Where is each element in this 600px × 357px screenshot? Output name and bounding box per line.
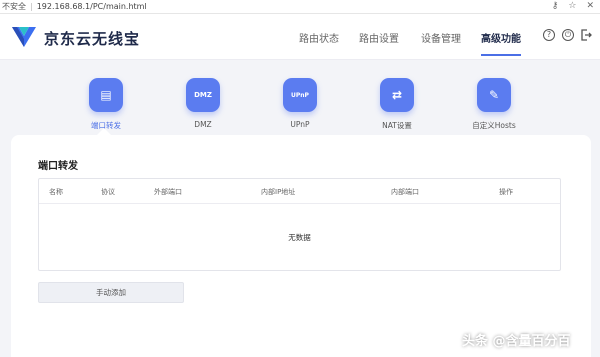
feature-label: 自定义Hosts: [472, 121, 516, 130]
url-text[interactable]: 192.168.68.1/PC/main.html: [37, 2, 147, 11]
key-icon[interactable]: ⚷: [552, 1, 559, 11]
logout-icon[interactable]: [580, 29, 592, 41]
panel-title: 端口转发: [38, 161, 78, 172]
star-icon[interactable]: ☆: [568, 1, 576, 11]
power-icon[interactable]: ⏻: [562, 29, 574, 41]
column-header-external-port: 外部端口: [154, 188, 182, 196]
feature-port-forward[interactable]: ▤ 端口转发: [74, 78, 138, 131]
feature-upnp[interactable]: UPnP UPnP: [268, 78, 332, 129]
watermark-text: 头条 @含量百分百: [462, 334, 571, 349]
upnp-icon: UPnP: [283, 78, 317, 112]
empty-state-text: 无数据: [288, 233, 311, 242]
port-forward-table: 名称 协议 外部端口 内部IP地址 内部端口 操作 无数据: [38, 178, 561, 271]
nav-router-status[interactable]: 路由状态: [299, 30, 339, 45]
browser-address-bar[interactable]: 不安全 | 192.168.68.1/PC/main.html ⚷ ☆ ✕: [0, 0, 600, 14]
column-header-internal-ip: 内部IP地址: [261, 188, 296, 196]
column-header-internal-port: 内部端口: [391, 188, 419, 196]
close-icon[interactable]: ✕: [586, 1, 594, 11]
feature-dmz[interactable]: DMZ DMZ: [171, 78, 235, 129]
column-header-actions: 操作: [499, 188, 513, 196]
nav-router-settings[interactable]: 路由设置: [359, 30, 399, 45]
address-separator: |: [30, 2, 33, 11]
port-forward-panel: 端口转发 名称 协议 外部端口 内部IP地址 内部端口 操作 无数据 手动添加: [11, 135, 591, 357]
column-header-protocol: 协议: [101, 188, 115, 196]
table-header: 名称 协议 外部端口 内部IP地址 内部端口 操作: [39, 179, 560, 204]
feature-label: DMZ: [194, 120, 212, 129]
main-nav: 路由状态 路由设置 设备管理 高级功能: [0, 14, 600, 60]
help-icon[interactable]: ?: [543, 29, 555, 41]
feature-custom-hosts[interactable]: ✎ 自定义Hosts: [462, 78, 526, 131]
dmz-icon: DMZ: [186, 78, 220, 112]
hosts-icon: ✎: [477, 78, 511, 112]
feature-nat[interactable]: ⇄ NAT设置: [365, 78, 429, 131]
browser-tools: ⚷ ☆ ✕: [552, 1, 594, 11]
manual-add-button[interactable]: 手动添加: [38, 282, 184, 303]
security-label[interactable]: 不安全: [2, 1, 26, 12]
app-header: 京东云无线宝 路由状态 路由设置 设备管理 高级功能 ? ⏻: [0, 14, 600, 60]
feature-label: NAT设置: [382, 121, 412, 130]
nav-device-management[interactable]: 设备管理: [421, 30, 461, 45]
column-header-name: 名称: [49, 188, 63, 196]
active-feature-pointer: [97, 128, 111, 135]
nav-advanced-features[interactable]: 高级功能: [481, 30, 521, 45]
nav-active-indicator: [481, 54, 521, 56]
feature-label: UPnP: [290, 120, 310, 129]
nat-icon: ⇄: [380, 78, 414, 112]
port-forward-icon: ▤: [89, 78, 123, 112]
